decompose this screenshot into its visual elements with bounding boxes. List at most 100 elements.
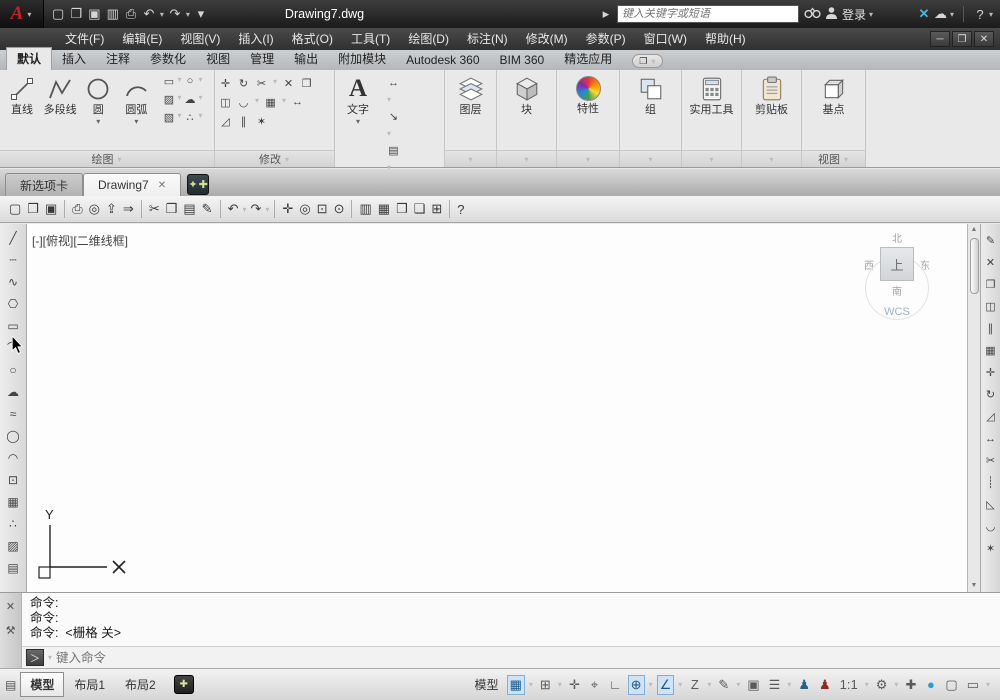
plot-icon[interactable]: ⎙ [69, 200, 85, 218]
basepoint-button[interactable]: 基点 [810, 75, 858, 117]
qat-menu-icon[interactable]: ▾ [193, 6, 209, 22]
vertical-scrollbar[interactable]: ▲ ▼ [967, 224, 980, 592]
infer-constraints-icon[interactable]: ✛ [566, 675, 583, 695]
erase-icon[interactable]: ✕ [281, 77, 296, 90]
leader-icon[interactable]: ↘ [386, 110, 401, 123]
dimension-icon-dropdown[interactable]: ▾ [386, 95, 401, 104]
utilities-button[interactable]: 实用工具 [688, 75, 736, 117]
layers-button[interactable]: 图层 [448, 75, 493, 117]
hatch-icon[interactable]: ▨ [161, 93, 176, 106]
revcloud-icon[interactable]: ☁ [182, 93, 197, 106]
osnap-3d-icon[interactable]: Z [686, 675, 703, 694]
text-dropdown-icon[interactable]: ▾ [355, 117, 361, 126]
clipboard-panel-label[interactable]: ▾ [742, 150, 801, 167]
layout2-tab[interactable]: 布局2 [115, 672, 166, 697]
exchange-apps-icon[interactable]: ✕ [916, 6, 932, 22]
undo-icon[interactable]: ↶ [141, 6, 157, 22]
tab-insert[interactable]: 插入 [52, 48, 96, 70]
mirror-icon[interactable]: ◫ [982, 298, 1000, 316]
scroll-down-icon[interactable]: ▼ [971, 580, 978, 592]
menu-help[interactable]: 帮助(H) [696, 28, 755, 50]
viewcube-top-face[interactable]: 上 [880, 247, 914, 281]
osnap-3d-icon-dropdown[interactable]: ▾ [706, 680, 712, 689]
calculator-icon[interactable]: ⊞ [428, 200, 445, 218]
tab-default[interactable]: 默认 [6, 47, 53, 70]
ellipse-icon[interactable]: ○ [182, 75, 197, 88]
osnap-icon-dropdown[interactable]: ▾ [677, 680, 683, 689]
ellipse-icon-dropdown[interactable]: ▾ [197, 75, 203, 88]
save-icon[interactable]: ▣ [42, 200, 60, 218]
spline-icon[interactable]: ≈ [3, 405, 24, 424]
designcenter-icon[interactable]: ▦ [375, 200, 393, 218]
revcloud-icon-dropdown[interactable]: ▾ [197, 93, 203, 106]
publish-icon[interactable]: ⇪ [103, 200, 120, 218]
view-panel-label[interactable]: 视图 ▾ [802, 150, 865, 167]
block-panel-label[interactable]: ▾ [497, 150, 556, 167]
scrollbar-thumb[interactable] [969, 238, 979, 294]
properties-icon[interactable]: ▥ [356, 200, 374, 218]
trim-icon[interactable]: ✂ [254, 77, 269, 90]
circle-button[interactable]: 圆 ▾ [79, 75, 117, 127]
clean-screen-icon-dropdown[interactable]: ▾ [985, 680, 991, 689]
toolpalettes-icon[interactable]: ❒ [393, 200, 411, 218]
login-dropdown-icon[interactable]: ▾ [868, 10, 874, 19]
otrack-icon[interactable]: ✎ [715, 675, 732, 695]
stretch-icon[interactable]: ↔ [982, 430, 1000, 448]
cut-icon[interactable]: ✂ [146, 200, 163, 218]
polyline-button[interactable]: 多段线 [41, 75, 79, 117]
help-icon[interactable]: ? [454, 201, 467, 218]
block-button[interactable]: 块 [503, 75, 551, 117]
saveas-icon[interactable]: ▥ [105, 6, 121, 22]
redo-icon[interactable]: ↷ [248, 200, 265, 218]
viewport-controls[interactable]: [-][俯视][二维线框] [32, 232, 128, 249]
command-prompt-icon[interactable]: ＞ [26, 649, 44, 666]
tab-view[interactable]: 视图 [196, 48, 240, 70]
fillet-icon[interactable]: ◡ [982, 518, 1000, 536]
dimension-icon[interactable]: ↔ [386, 77, 401, 89]
redo-icon[interactable]: ↷ [167, 6, 183, 22]
viewcube-north[interactable]: 北 [859, 230, 935, 245]
drawing-canvas[interactable]: [-][俯视][二维线框] 北 西 上 东 南 WCS Y [27, 224, 967, 592]
modify-panel-label[interactable]: 修改 ▾ [215, 150, 334, 167]
clipboard-button[interactable]: 剪贴板 [748, 75, 796, 117]
move-icon[interactable]: ✛ [982, 364, 1000, 382]
point-icon[interactable]: ∴ [3, 515, 24, 534]
zoom-window-icon[interactable]: ⊡ [314, 200, 331, 218]
explode-icon[interactable]: ✶ [982, 540, 1000, 558]
gradient-icon[interactable]: ▧ [161, 111, 176, 124]
close-button[interactable]: ✕ [974, 31, 994, 47]
tab-bim360[interactable]: BIM 360 [490, 51, 555, 70]
cloud-icon[interactable]: ☁ [932, 6, 949, 22]
move-icon[interactable]: ✛ [218, 77, 233, 90]
properties-button[interactable]: 特性 [564, 75, 612, 116]
cloud-dropdown-icon[interactable]: ▾ [949, 10, 955, 19]
line-icon[interactable]: ╱ [3, 229, 24, 248]
lineweight-icon-dropdown[interactable]: ▾ [786, 680, 792, 689]
arc-button[interactable]: 圆弧 ▾ [117, 75, 155, 127]
menu-window[interactable]: 窗口(W) [635, 28, 696, 50]
point-icon[interactable]: ∴ [182, 111, 197, 124]
annotation-scale-dropdown[interactable]: ▾ [864, 680, 870, 689]
offset-icon[interactable]: ∥ [236, 115, 251, 128]
chamfer-icon[interactable]: ◺ [982, 496, 1000, 514]
open-icon[interactable]: ❐ [68, 6, 84, 22]
polygon-icon[interactable]: ⎔ [3, 295, 24, 314]
hardware-monitor-icon[interactable]: ▢ [942, 675, 960, 695]
rectangle-icon[interactable]: ▭ [161, 75, 176, 88]
layout1-tab[interactable]: 布局1 [64, 672, 115, 697]
grid-icon[interactable]: ▦ [506, 674, 525, 695]
file-tab-new[interactable]: 新选项卡 [5, 173, 84, 196]
redo-icon-dropdown[interactable]: ▾ [185, 10, 191, 19]
leader-icon-dropdown[interactable]: ▾ [386, 129, 401, 138]
rotate-icon[interactable]: ↻ [982, 386, 1000, 404]
snap-icon-dropdown[interactable]: ▾ [557, 680, 563, 689]
table-icon[interactable]: ▤ [3, 559, 24, 578]
tab-addins[interactable]: 附加模块 [328, 48, 396, 70]
annotation-scale[interactable]: 1:1 [837, 675, 861, 694]
undo-icon-dropdown[interactable]: ▾ [159, 10, 165, 19]
restore-button[interactable]: ❐ [952, 31, 972, 47]
preview-icon[interactable]: ◎ [86, 200, 103, 218]
tab-output[interactable]: 输出 [284, 48, 328, 70]
scale-icon[interactable]: ◿ [982, 408, 1000, 426]
help-dropdown-icon[interactable]: ▾ [988, 10, 994, 19]
